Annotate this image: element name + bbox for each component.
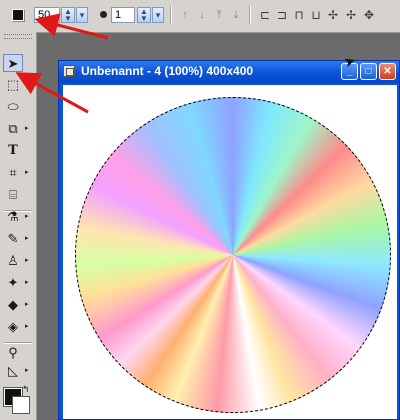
close-button[interactable]: ✕: [379, 63, 396, 80]
align-top-icon[interactable]: ⊓: [292, 8, 306, 22]
tool-more-icon[interactable]: ▸: [25, 362, 29, 380]
toolbox-grip[interactable]: [4, 34, 32, 39]
tool-options-bar: 50 ▲ ▼ ▾ 1 ▲ ▼ ▾ ↑ ↓ ⤒ ⤓ ⊏ ⊐ ⊓ ⊔ ✢ ✢ ✥: [0, 0, 400, 33]
selection-marquee: [75, 97, 391, 413]
move-left-icon[interactable]: ✢: [326, 8, 340, 22]
document-icon[interactable]: [63, 65, 75, 77]
swap-colors-icon[interactable]: ↰: [22, 384, 30, 395]
pointer-tool-icon[interactable]: ➤: [3, 54, 23, 72]
move-right-icon[interactable]: ✢: [344, 8, 358, 22]
line-tool-icon[interactable]: ◺: [3, 362, 23, 380]
opacity-dropdown-button[interactable]: ▾: [152, 7, 164, 23]
size-input[interactable]: 50: [34, 7, 60, 23]
move-all-icon[interactable]: ✥: [362, 8, 376, 22]
brush-tool-icon[interactable]: ✎: [3, 230, 23, 248]
align-center-icon[interactable]: ⊐: [275, 8, 289, 22]
image-canvas[interactable]: [63, 85, 397, 419]
document-window: Unbenannt - 4 (100%) 400x400 _ □ ✕: [58, 60, 400, 420]
frame-tool-icon[interactable]: ⌸: [3, 186, 23, 204]
tool-more-icon[interactable]: ▸: [25, 120, 29, 138]
foreground-color-icon[interactable]: [12, 9, 24, 21]
opacity-dot-icon: [100, 11, 107, 18]
fill-tool-icon[interactable]: ◆: [3, 296, 23, 314]
opacity-input[interactable]: 1: [111, 7, 135, 23]
tool-more-icon[interactable]: ▸: [25, 296, 29, 314]
align-bottom-icon[interactable]: ⊔: [309, 8, 323, 22]
size-dropdown-button[interactable]: ▾: [76, 7, 88, 23]
size-spin-arrows[interactable]: ▲ ▼: [61, 7, 75, 23]
move-top-icon[interactable]: ⤒: [212, 8, 226, 22]
tool-more-icon[interactable]: ▸: [25, 230, 29, 248]
move-bottom-icon[interactable]: ⤓: [229, 8, 243, 22]
background-color-swatch[interactable]: [12, 396, 30, 414]
toolbox: ➤ ⬚ ⬭ ⧉ ▸ T ⌗ ▸ ⌸ ⚗ ▸ ✎ ▸ ♙ ▸ ✦ ▸ ◆ ▸ ◈ …: [0, 32, 37, 420]
text-tool-icon[interactable]: T: [3, 142, 23, 160]
toolbar-separator: [249, 6, 251, 24]
selection-tool-icon[interactable]: ⬚: [3, 76, 23, 94]
tool-more-icon[interactable]: ▸: [25, 208, 29, 226]
tool-more-icon[interactable]: ▸: [25, 252, 29, 270]
clone-tool-icon[interactable]: ⧉: [3, 120, 23, 138]
align-left-icon[interactable]: ⊏: [258, 8, 272, 22]
move-down-icon[interactable]: ↓: [195, 8, 209, 22]
bucket-tool-icon[interactable]: ◈: [3, 318, 23, 336]
window-title: Unbenannt - 4 (100%) 400x400: [81, 64, 254, 78]
tool-more-icon[interactable]: ▸: [25, 164, 29, 182]
spray-tool-icon[interactable]: ✦: [3, 274, 23, 292]
stamp-tool-icon[interactable]: ♙: [3, 252, 23, 270]
maximize-button[interactable]: □: [360, 63, 377, 80]
opacity-spin-arrows[interactable]: ▲ ▼: [137, 7, 151, 23]
crop-tool-icon[interactable]: ⌗: [3, 164, 23, 182]
zoom-tool-icon[interactable]: ⚲: [3, 344, 23, 362]
tool-more-icon[interactable]: ▸: [25, 318, 29, 336]
toolbar-separator: [170, 6, 172, 24]
move-up-icon[interactable]: ↑: [178, 8, 192, 22]
eraser-tool-icon[interactable]: ⬭: [3, 98, 23, 116]
tool-more-icon[interactable]: ▸: [25, 274, 29, 292]
dropper-tool-icon[interactable]: ⚗: [3, 208, 23, 226]
